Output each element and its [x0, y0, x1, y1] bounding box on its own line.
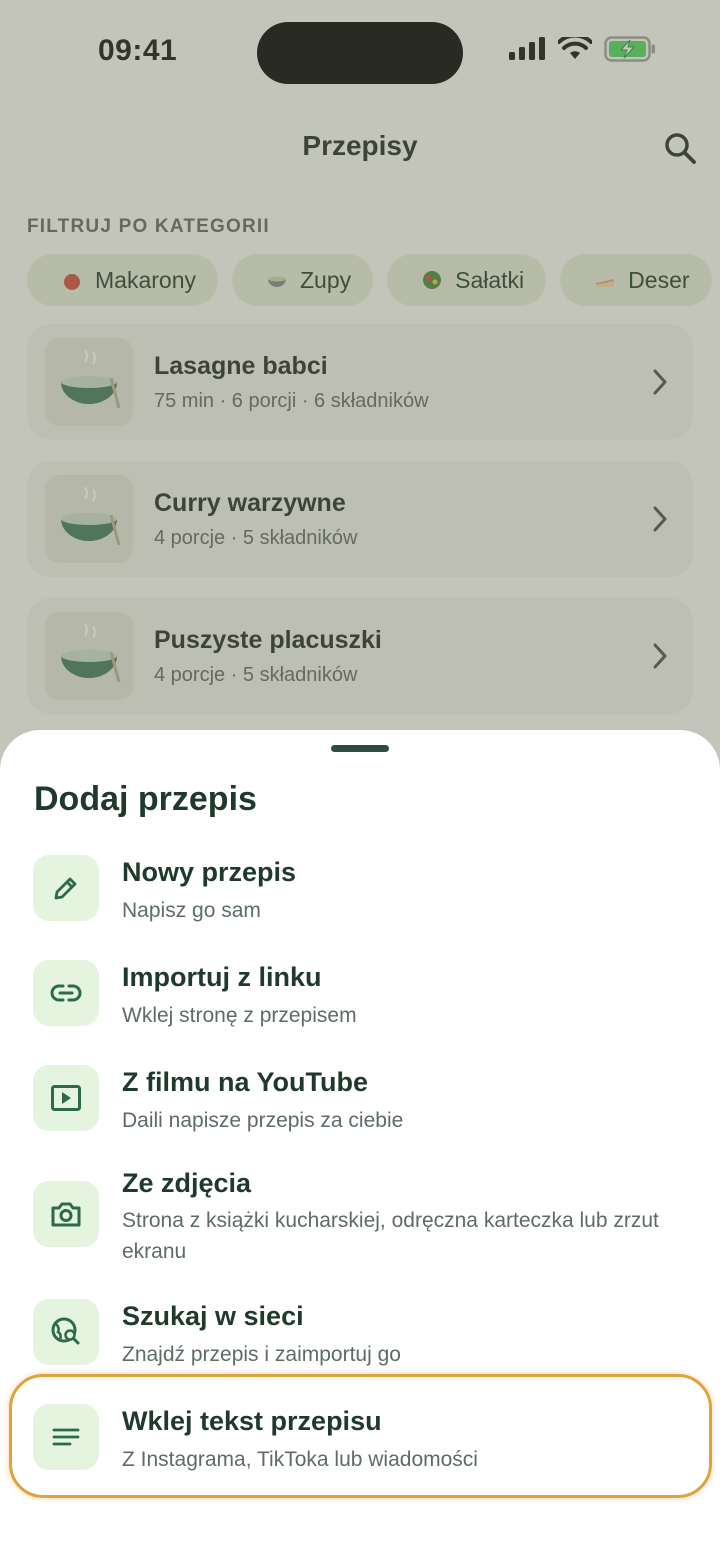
option-title: Nowy przepis [122, 857, 297, 887]
pencil-icon [54, 877, 77, 900]
globe-search-icon [51, 1317, 80, 1345]
option-title: Importuj z linku [122, 962, 322, 992]
option-subtitle: Napisz go sam [122, 899, 261, 922]
link-icon [50, 984, 82, 1002]
highlight-ring [9, 1374, 712, 1498]
camera-icon [51, 1202, 81, 1227]
option-youtube[interactable]: Z filmu na YouTube Daili napisze przepis… [0, 1065, 720, 1155]
option-icon-box [33, 960, 99, 1026]
option-icon-box [33, 1299, 99, 1365]
option-title: Z filmu na YouTube [122, 1067, 368, 1097]
option-new-recipe[interactable]: Nowy przepis Napisz go sam [0, 855, 720, 945]
option-icon-box [33, 1181, 99, 1247]
option-title: Szukaj w sieci [122, 1301, 304, 1331]
option-icon-box [33, 1065, 99, 1131]
option-icon-box [33, 855, 99, 921]
play-icon [51, 1085, 81, 1111]
option-subtitle: Strona z książki kucharskiej, odręczna k… [122, 1209, 659, 1263]
sheet-drag-handle[interactable] [331, 745, 389, 752]
option-import-link[interactable]: Importuj z linku Wklej stronę z przepise… [0, 960, 720, 1050]
option-photo[interactable]: Ze zdjęcia Strona z książki kucharskiej,… [0, 1168, 720, 1278]
option-subtitle: Daili napisze przepis za ciebie [122, 1109, 404, 1132]
option-subtitle: Wklej stronę z przepisem [122, 1004, 357, 1027]
option-subtitle: Znajdź przepis i zaimportuj go [122, 1343, 401, 1366]
sheet-title: Dodaj przepis [34, 780, 257, 818]
option-title: Ze zdjęcia [122, 1168, 252, 1198]
